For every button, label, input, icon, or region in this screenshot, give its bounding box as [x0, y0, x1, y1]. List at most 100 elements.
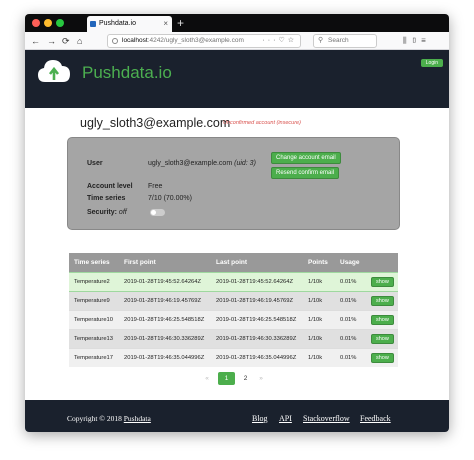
- action-cell: show: [366, 328, 398, 348]
- library-icon[interactable]: ⫼: [403, 36, 411, 45]
- show-button[interactable]: show: [371, 352, 394, 363]
- copyright-text: Copyright © 2018: [67, 414, 122, 423]
- maximize-window-icon[interactable]: [56, 19, 64, 27]
- pagination-page-2[interactable]: 2: [238, 372, 253, 385]
- series-name: Temperature10: [69, 309, 119, 329]
- reload-icon[interactable]: ⟳: [62, 34, 70, 48]
- nav-toolbar: ← → ⟳ ⌂ localhost:4242/ugly_sloth3@examp…: [25, 32, 449, 50]
- show-button[interactable]: show: [371, 295, 394, 306]
- more-actions-icon[interactable]: ···: [262, 37, 278, 44]
- usage: 0.01%: [335, 347, 366, 367]
- brand-name[interactable]: Pushdata.io: [82, 63, 172, 83]
- sidebar-icon[interactable]: ▯: [411, 36, 421, 45]
- login-button[interactable]: Login: [420, 59, 443, 67]
- account-info-card: User ugly_sloth3@example.com (uid: 3) Ac…: [67, 137, 400, 230]
- table-row[interactable]: Temperature10 2019-01-28T19:46:25.548518…: [69, 309, 398, 329]
- pocket-icon[interactable]: ♡: [278, 37, 287, 44]
- col-time-series: Time series: [69, 253, 119, 272]
- footer-link-stackoverflow[interactable]: Stackoverflow: [303, 414, 350, 423]
- bookmark-star-icon[interactable]: ☆: [288, 37, 297, 44]
- first-point: 2019-01-28T19:46:30.336289Z: [119, 328, 211, 348]
- security-value: off: [118, 209, 127, 216]
- menu-icon[interactable]: ≡: [421, 36, 430, 45]
- close-window-icon[interactable]: [32, 19, 40, 27]
- resend-confirm-button[interactable]: Resend confirm email: [271, 167, 340, 179]
- user-uid: (uid: 3): [234, 160, 256, 167]
- close-tab-icon[interactable]: ×: [163, 16, 168, 32]
- cloud-upload-icon[interactable]: [37, 58, 71, 84]
- footer-link-feedback[interactable]: Feedback: [360, 414, 391, 423]
- minimize-window-icon[interactable]: [44, 19, 52, 27]
- footer-link-api[interactable]: API: [279, 414, 292, 423]
- security-label-text: Security:: [87, 209, 117, 216]
- search-input[interactable]: ⚲ Search: [313, 34, 377, 48]
- points: 1/10k: [303, 271, 335, 292]
- usage: 0.01%: [335, 271, 366, 292]
- table-header-row: Time series First point Last point Point…: [69, 253, 398, 272]
- favicon-icon: [90, 21, 96, 27]
- url-host: localhost: [122, 37, 148, 44]
- back-icon[interactable]: ←: [31, 34, 40, 48]
- change-email-button[interactable]: Change account email: [271, 152, 341, 164]
- table-row[interactable]: Temperature9 2019-01-28T19:46:19.45769Z …: [69, 290, 398, 310]
- account-level-value: Free: [148, 183, 163, 190]
- points: 1/10k: [303, 328, 335, 348]
- url-bar[interactable]: localhost:4242/ugly_sloth3@example.com ·…: [107, 34, 301, 48]
- last-point: 2019-01-28T19:46:35.044996Z: [211, 347, 303, 367]
- forward-icon[interactable]: →: [47, 34, 56, 48]
- points: 1/10k: [303, 347, 335, 367]
- last-point: 2019-01-28T19:46:25.548518Z: [211, 309, 303, 329]
- pagination-next[interactable]: »: [256, 372, 266, 385]
- account-level-label: Account level: [87, 183, 133, 190]
- user-value: ugly_sloth3@example.com (uid: 3): [148, 160, 256, 167]
- pagination-page-1[interactable]: 1: [218, 372, 235, 385]
- user-label: User: [87, 160, 103, 167]
- last-point: 2019-01-28T19:46:30.336289Z: [211, 328, 303, 348]
- series-name: Temperature9: [69, 290, 119, 310]
- table-row[interactable]: Temperature17 2019-01-28T19:46:35.044996…: [69, 347, 398, 367]
- first-point: 2019-01-28T19:46:19.45769Z: [119, 290, 211, 310]
- action-cell: show: [366, 271, 398, 292]
- browser-tab[interactable]: Pushdata.io ×: [87, 16, 172, 32]
- action-cell: show: [366, 290, 398, 310]
- home-icon[interactable]: ⌂: [77, 34, 82, 48]
- site-header: Pushdata.io Login: [25, 50, 449, 108]
- unconfirmed-warning: Unconfirmed account (insecure): [223, 120, 301, 126]
- page-content: Pushdata.io Login ugly_sloth3@example.co…: [25, 50, 449, 432]
- table-row[interactable]: Temperature2 2019-01-28T19:45:52.64264Z …: [69, 271, 398, 292]
- col-points: Points: [303, 253, 335, 272]
- toolbar-right-icons: ⫼▯≡: [403, 34, 430, 48]
- footer-link-blog[interactable]: Blog: [252, 414, 268, 423]
- last-point: 2019-01-28T19:45:52.64264Z: [211, 271, 303, 292]
- series-name: Temperature17: [69, 347, 119, 367]
- col-first-point: First point: [119, 253, 211, 272]
- search-placeholder: Search: [328, 37, 349, 44]
- first-point: 2019-01-28T19:46:25.548518Z: [119, 309, 211, 329]
- tab-bar: Pushdata.io × +: [25, 14, 449, 32]
- show-button[interactable]: show: [371, 333, 394, 344]
- series-name: Temperature2: [69, 271, 119, 292]
- series-name: Temperature13: [69, 328, 119, 348]
- copyright: Copyright © 2018 Pushdata: [67, 414, 151, 423]
- show-button[interactable]: show: [371, 276, 394, 287]
- pagination-prev[interactable]: «: [202, 372, 212, 385]
- user-email: ugly_sloth3@example.com: [148, 160, 233, 167]
- site-footer: Copyright © 2018 Pushdata Blog API Stack…: [25, 400, 449, 432]
- tab-title: Pushdata.io: [99, 20, 136, 27]
- usage: 0.01%: [335, 290, 366, 310]
- action-cell: show: [366, 347, 398, 367]
- table-row[interactable]: Temperature13 2019-01-28T19:46:30.336289…: [69, 328, 398, 348]
- usage: 0.01%: [335, 328, 366, 348]
- new-tab-button[interactable]: +: [177, 15, 184, 31]
- col-action: [366, 253, 398, 272]
- col-usage: Usage: [335, 253, 366, 272]
- usage: 0.01%: [335, 309, 366, 329]
- security-toggle[interactable]: [150, 209, 165, 216]
- col-last-point: Last point: [211, 253, 303, 272]
- pushdata-link[interactable]: Pushdata: [124, 414, 151, 423]
- time-series-label: Time series: [87, 195, 126, 202]
- site-info-icon[interactable]: [112, 38, 118, 44]
- show-button[interactable]: show: [371, 314, 394, 325]
- action-cell: show: [366, 309, 398, 329]
- first-point: 2019-01-28T19:46:35.044996Z: [119, 347, 211, 367]
